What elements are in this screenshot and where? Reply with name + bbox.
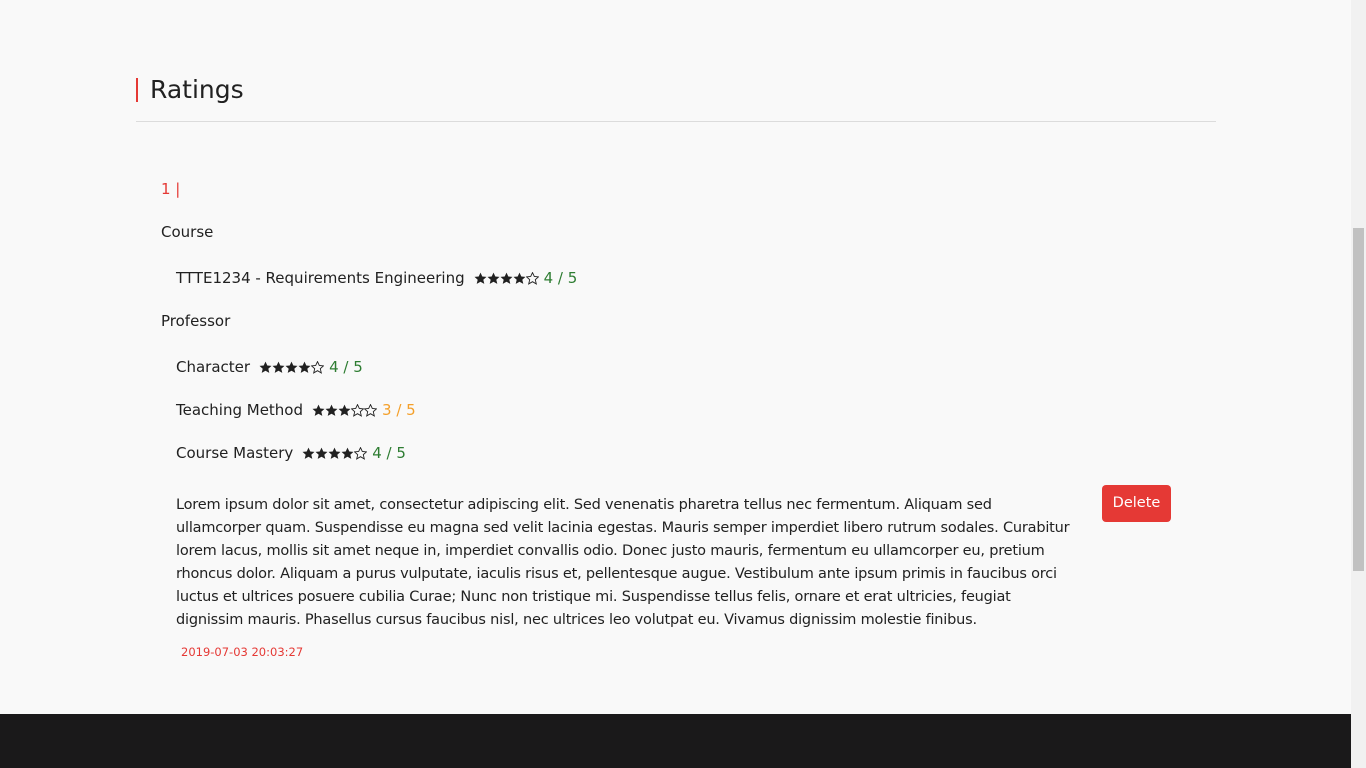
- professor-criterion-stars: [302, 446, 368, 460]
- star-filled-icon: [315, 447, 328, 459]
- star-filled-icon: [298, 361, 311, 373]
- star-filled-icon: [325, 404, 338, 416]
- professor-criterion-stars: [259, 360, 325, 374]
- course-name: TTTE1234 - Requirements Engineering: [176, 269, 465, 287]
- professor-criterion-score: 4 / 5: [329, 358, 363, 376]
- star-filled-icon: [500, 272, 513, 284]
- professor-criterion-score: 4 / 5: [372, 444, 406, 462]
- star-filled-icon: [328, 447, 341, 459]
- course-score: 4 / 5: [543, 269, 578, 287]
- course-rating-row: TTTE1234 - Requirements Engineering 4 / …: [176, 268, 577, 288]
- star-empty-icon: [311, 360, 325, 374]
- professor-criterion-stars: [312, 403, 378, 417]
- course-section-label: Course: [161, 223, 214, 241]
- star-filled-icon: [285, 361, 298, 373]
- scrollbar-thumb[interactable]: [1353, 228, 1364, 571]
- ratings-header: Ratings: [136, 72, 1216, 122]
- professor-section-label: Professor: [161, 312, 231, 330]
- professor-rating-row-teaching-method: Teaching Method 3 / 5: [176, 400, 416, 420]
- star-filled-icon: [338, 404, 351, 416]
- rating-timestamp: 2019-07-03 20:03:27: [181, 645, 304, 659]
- star-filled-icon: [487, 272, 500, 284]
- professor-rating-row-course-mastery: Course Mastery 4 / 5: [176, 443, 406, 463]
- star-filled-icon: [474, 272, 487, 284]
- rating-comment: Lorem ipsum dolor sit amet, consectetur …: [176, 497, 1070, 628]
- star-empty-icon: [525, 271, 539, 285]
- star-filled-icon: [259, 361, 272, 373]
- header-accent-bar: [136, 78, 138, 102]
- page-title: Ratings: [150, 75, 244, 104]
- professor-criterion-label: Teaching Method: [176, 401, 304, 419]
- vertical-scrollbar[interactable]: [1351, 0, 1366, 768]
- course-stars: [474, 271, 539, 285]
- star-empty-icon: [354, 446, 368, 460]
- star-filled-icon: [312, 404, 325, 416]
- rating-index: 1 |: [161, 180, 181, 198]
- delete-button[interactable]: Delete: [1102, 485, 1171, 522]
- star-filled-icon: [513, 272, 526, 284]
- star-empty-icon: [351, 403, 365, 417]
- professor-criterion-label: Character: [176, 358, 251, 376]
- star-filled-icon: [302, 447, 315, 459]
- star-filled-icon: [272, 361, 285, 373]
- page: Ratings 1 | Course TTTE1234 - Requiremen…: [0, 0, 1351, 768]
- footer: [0, 714, 1351, 768]
- star-filled-icon: [341, 447, 354, 459]
- professor-criterion-label: Course Mastery: [176, 444, 294, 462]
- star-empty-icon: [364, 403, 378, 417]
- professor-rating-row-character: Character 4 / 5: [176, 357, 363, 377]
- professor-criterion-score: 3 / 5: [382, 401, 416, 419]
